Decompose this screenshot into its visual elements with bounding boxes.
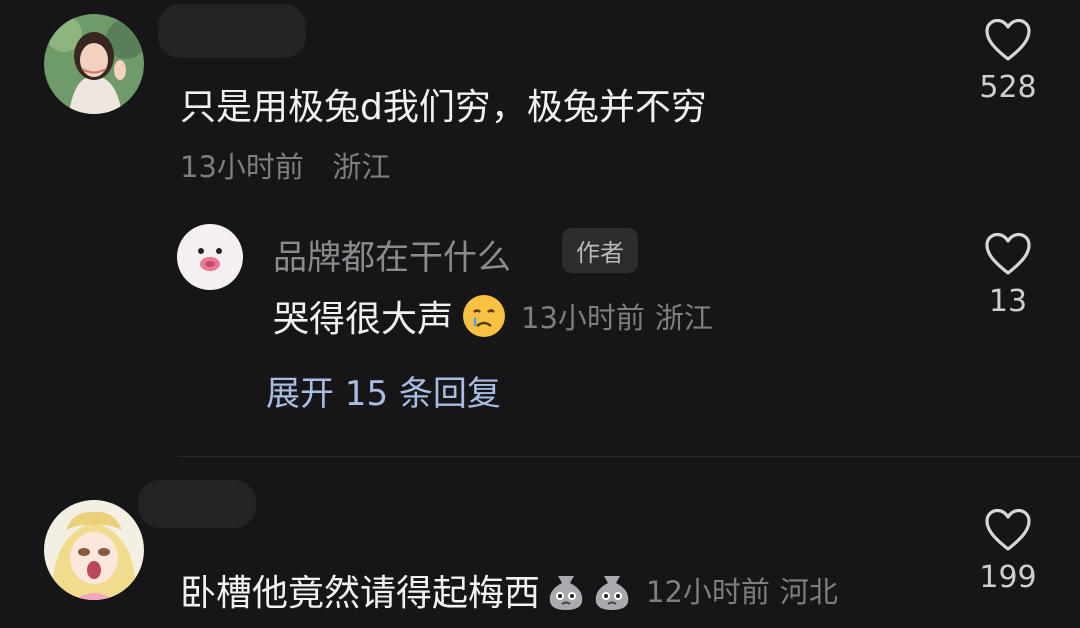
like-button[interactable]: 528 <box>968 18 1048 105</box>
comment-content: 卧槽他竟然请得起梅西 12小时前 河北 <box>180 564 838 616</box>
reply-author[interactable]: 品牌都在干什么 <box>273 230 511 279</box>
reply-text: 哭得很大声 <box>273 299 454 340</box>
comment-time: 13小时前 <box>180 150 304 184</box>
reply-location: 浙江 <box>654 301 713 335</box>
divider <box>178 456 1080 457</box>
avatar[interactable] <box>44 14 144 114</box>
comment-text: 只是用极兔d我们穷，极兔并不穷 <box>180 87 707 128</box>
heart-outline-icon <box>985 18 1031 61</box>
reply-time: 13小时前 <box>521 301 645 335</box>
like-count: 199 <box>979 560 1037 595</box>
like-button[interactable]: 199 <box>968 508 1048 595</box>
comment-meta: 13小时前 浙江 <box>180 144 390 186</box>
money-bag-emoji <box>549 576 583 610</box>
comment-location: 河北 <box>779 575 838 609</box>
crying-face-emoji <box>463 295 506 337</box>
redacted-username <box>138 480 256 528</box>
redacted-username <box>158 4 306 58</box>
reply-like-count: 13 <box>988 284 1028 319</box>
reply-avatar[interactable] <box>177 224 243 290</box>
author-badge: 作者 <box>562 228 638 273</box>
heart-outline-icon <box>985 508 1031 551</box>
comment-location: 浙江 <box>332 150 391 184</box>
comment-text: 卧槽他竟然请得起梅西 <box>180 573 541 614</box>
comment-time: 12小时前 <box>646 575 770 609</box>
avatar[interactable] <box>44 500 144 600</box>
heart-outline-icon <box>985 232 1031 275</box>
like-count: 528 <box>979 70 1037 105</box>
reply-like-button[interactable]: 13 <box>968 232 1048 319</box>
reply-content: 哭得很大声 13小时前 浙江 <box>273 290 713 342</box>
expand-replies-link[interactable]: 展开 15 条回复 <box>266 366 501 415</box>
money-bag-emoji <box>595 576 629 610</box>
